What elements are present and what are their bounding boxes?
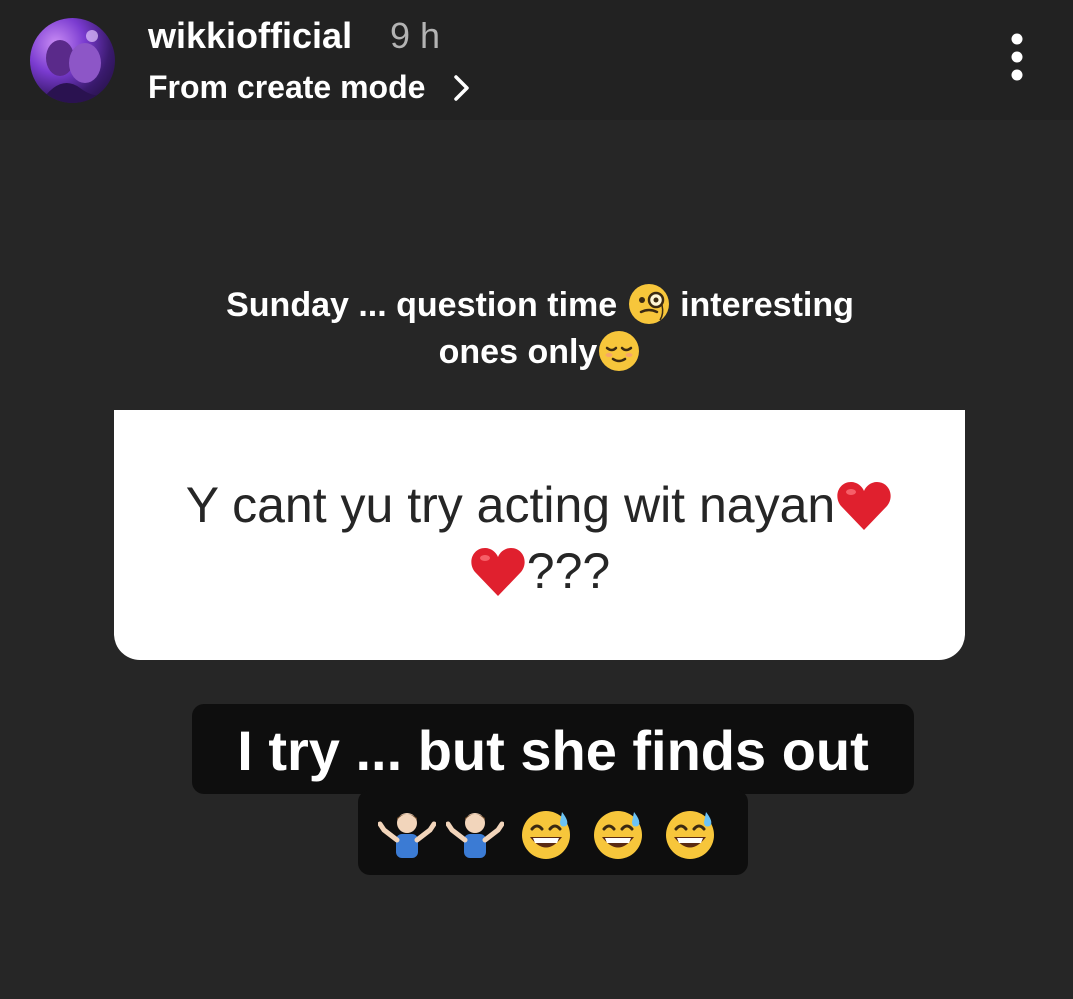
username[interactable]: wikkiofficial bbox=[148, 14, 352, 58]
relieved-face-emoji bbox=[599, 331, 640, 372]
post-time: 9 h bbox=[390, 15, 441, 56]
question-line-2: ??? bbox=[134, 538, 945, 604]
caption-text-1: Sunday ... question time bbox=[226, 286, 618, 324]
avatar-photo-icon bbox=[40, 30, 115, 103]
story-header: wikkiofficial 9 h From create mode bbox=[0, 0, 1073, 120]
answer-emoji-row bbox=[378, 808, 728, 860]
create-mode-link[interactable]: From create mode bbox=[148, 66, 425, 108]
story-viewer: wikkiofficial 9 h From create mode Sunda… bbox=[0, 0, 1073, 999]
monocle-face-emoji bbox=[628, 284, 669, 325]
grinning-sweat-emoji bbox=[594, 811, 642, 859]
grinning-sweat-emoji bbox=[522, 811, 570, 859]
profile-avatar[interactable] bbox=[30, 18, 115, 103]
question-text: Y cant yu try acting wit nayan ??? bbox=[134, 472, 945, 604]
caption-text-2: interesting bbox=[680, 286, 854, 324]
caption-text-3: ones only bbox=[438, 333, 598, 372]
chevron-right-icon[interactable] bbox=[452, 74, 472, 102]
man-shrugging-emoji bbox=[446, 813, 504, 858]
question-sticker: Y cant yu try acting wit nayan ??? bbox=[114, 410, 965, 660]
man-shrugging-emoji bbox=[378, 813, 436, 858]
more-vertical-icon[interactable] bbox=[1000, 30, 1034, 84]
question-line-1: Y cant yu try acting wit nayan bbox=[134, 472, 945, 538]
answer-line-1: I try ... but she finds out bbox=[192, 704, 914, 794]
story-caption: Sunday ... question time interesting one… bbox=[140, 282, 940, 376]
answer-text: I try ... but she finds out bbox=[237, 719, 869, 782]
question-text-1: Y cant yu try acting wit nayan bbox=[185, 477, 836, 533]
red-heart-emoji bbox=[837, 481, 891, 530]
grinning-sweat-emoji bbox=[666, 811, 714, 859]
question-text-2: ??? bbox=[526, 543, 611, 599]
red-heart-emoji bbox=[471, 547, 525, 596]
caption-line-1: Sunday ... question time interesting bbox=[140, 282, 940, 329]
answer-line-2 bbox=[358, 790, 748, 875]
caption-line-2: ones only bbox=[140, 329, 940, 376]
